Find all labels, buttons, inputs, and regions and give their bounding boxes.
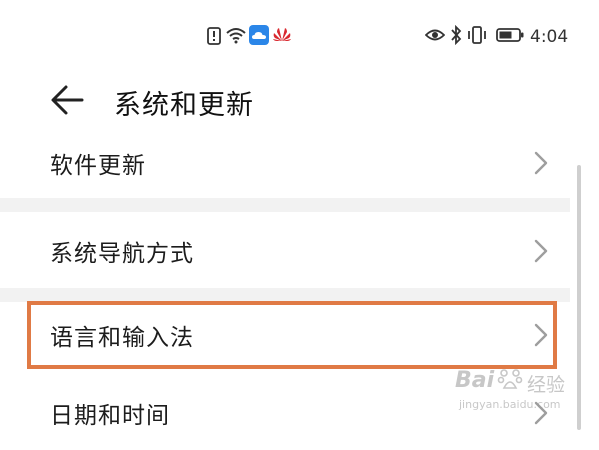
settings-item-navigation[interactable]: 系统导航方式	[0, 212, 570, 290]
back-arrow-icon[interactable]	[48, 80, 88, 120]
settings-item-label: 系统导航方式	[50, 241, 194, 267]
wifi-icon	[226, 28, 246, 44]
clock: 4:04	[530, 27, 569, 47]
cloud-icon	[249, 25, 269, 45]
vibrate-icon	[468, 26, 486, 44]
watermark-url: jingyan.baidu.com	[459, 398, 561, 411]
section-divider	[0, 198, 570, 212]
eye-icon	[425, 29, 445, 41]
bluetooth-icon	[451, 25, 462, 45]
battery-icon	[496, 28, 524, 42]
huawei-logo-icon	[273, 28, 291, 41]
paw-icon	[497, 369, 523, 389]
page-title: 系统和更新	[114, 90, 254, 121]
status-bar: 4:04	[0, 0, 599, 72]
settings-item-label: 日期和时间	[50, 402, 170, 429]
baidu-watermark: Bai 经验 jingyan.baidu.com	[455, 362, 580, 422]
chevron-right-icon	[534, 151, 548, 175]
highlight-box	[27, 301, 557, 369]
chevron-right-icon	[534, 239, 548, 263]
alert-icon	[207, 27, 221, 45]
watermark-suffix: 经验	[527, 374, 566, 396]
watermark-brand: Bai	[455, 368, 495, 393]
settings-item-software-update[interactable]: 软件更新	[0, 123, 570, 203]
settings-item-label: 软件更新	[50, 153, 146, 179]
